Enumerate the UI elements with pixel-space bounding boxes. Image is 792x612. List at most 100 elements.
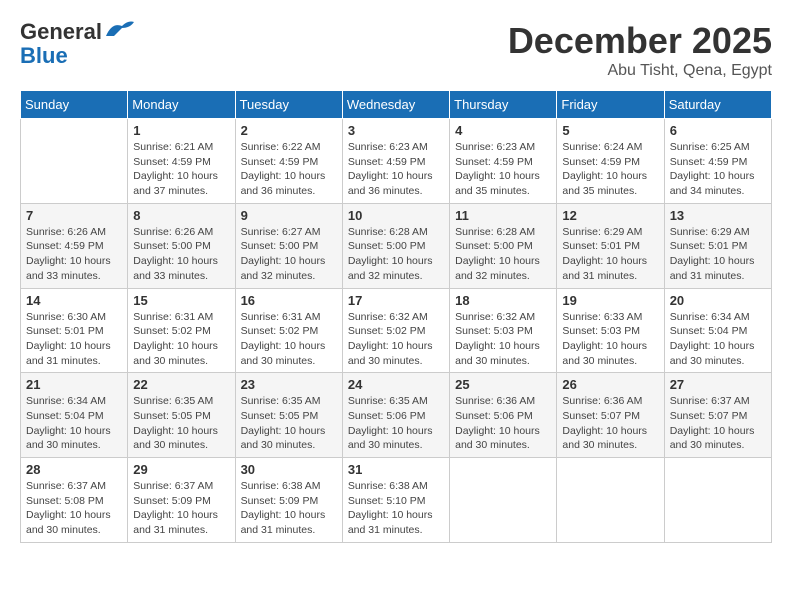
day-number: 17 xyxy=(348,293,444,308)
day-number: 8 xyxy=(133,208,229,223)
week-row-1: 1 Sunrise: 6:21 AM Sunset: 4:59 PM Daylig… xyxy=(21,119,772,204)
day-number: 4 xyxy=(455,123,551,138)
calendar-cell: 13 Sunrise: 6:29 AM Sunset: 5:01 PM Dayli… xyxy=(664,203,771,288)
logo-blue: Blue xyxy=(20,43,68,68)
day-info: Sunrise: 6:34 AM Sunset: 5:04 PM Dayligh… xyxy=(670,310,766,369)
calendar-cell: 28 Sunrise: 6:37 AM Sunset: 5:08 PM Dayli… xyxy=(21,458,128,543)
calendar-table: SundayMondayTuesdayWednesdayThursdayFrid… xyxy=(20,90,772,543)
day-number: 25 xyxy=(455,377,551,392)
calendar-cell: 20 Sunrise: 6:34 AM Sunset: 5:04 PM Dayli… xyxy=(664,288,771,373)
calendar-cell: 5 Sunrise: 6:24 AM Sunset: 4:59 PM Daylig… xyxy=(557,119,664,204)
page-header: General Blue December 2025 Abu Tisht, Qe… xyxy=(20,20,772,80)
day-info: Sunrise: 6:32 AM Sunset: 5:03 PM Dayligh… xyxy=(455,310,551,369)
calendar-cell: 4 Sunrise: 6:23 AM Sunset: 4:59 PM Daylig… xyxy=(450,119,557,204)
day-info: Sunrise: 6:35 AM Sunset: 5:05 PM Dayligh… xyxy=(241,394,337,453)
day-number: 14 xyxy=(26,293,122,308)
day-info: Sunrise: 6:26 AM Sunset: 4:59 PM Dayligh… xyxy=(26,225,122,284)
day-info: Sunrise: 6:35 AM Sunset: 5:05 PM Dayligh… xyxy=(133,394,229,453)
day-info: Sunrise: 6:31 AM Sunset: 5:02 PM Dayligh… xyxy=(133,310,229,369)
calendar-cell xyxy=(21,119,128,204)
calendar-cell: 29 Sunrise: 6:37 AM Sunset: 5:09 PM Dayli… xyxy=(128,458,235,543)
day-info: Sunrise: 6:30 AM Sunset: 5:01 PM Dayligh… xyxy=(26,310,122,369)
calendar-cell: 8Sunrise: 6:26 AM Sunset: 5:00 PM Daylig… xyxy=(128,203,235,288)
day-number: 1 xyxy=(133,123,229,138)
day-number: 19 xyxy=(562,293,658,308)
day-info: Sunrise: 6:24 AM Sunset: 4:59 PM Dayligh… xyxy=(562,140,658,199)
weekday-header-tuesday: Tuesday xyxy=(235,91,342,119)
day-info: Sunrise: 6:28 AM Sunset: 5:00 PM Dayligh… xyxy=(455,225,551,284)
day-info: Sunrise: 6:23 AM Sunset: 4:59 PM Dayligh… xyxy=(455,140,551,199)
day-number: 30 xyxy=(241,462,337,477)
calendar-cell: 17 Sunrise: 6:32 AM Sunset: 5:02 PM Dayli… xyxy=(342,288,449,373)
calendar-cell: 26 Sunrise: 6:36 AM Sunset: 5:07 PM Dayli… xyxy=(557,373,664,458)
calendar-cell: 11 Sunrise: 6:28 AM Sunset: 5:00 PM Dayli… xyxy=(450,203,557,288)
calendar-cell: 19 Sunrise: 6:33 AM Sunset: 5:03 PM Dayli… xyxy=(557,288,664,373)
day-number: 2 xyxy=(241,123,337,138)
calendar-cell: 10 Sunrise: 6:28 AM Sunset: 5:00 PM Dayli… xyxy=(342,203,449,288)
day-info: Sunrise: 6:38 AM Sunset: 5:10 PM Dayligh… xyxy=(348,479,444,538)
day-info: Sunrise: 6:34 AM Sunset: 5:04 PM Dayligh… xyxy=(26,394,122,453)
logo-bird-icon xyxy=(104,18,136,40)
day-info: Sunrise: 6:38 AM Sunset: 5:09 PM Dayligh… xyxy=(241,479,337,538)
day-info: Sunrise: 6:37 AM Sunset: 5:07 PM Dayligh… xyxy=(670,394,766,453)
day-number: 27 xyxy=(670,377,766,392)
day-info: Sunrise: 6:31 AM Sunset: 5:02 PM Dayligh… xyxy=(241,310,337,369)
day-info: Sunrise: 6:28 AM Sunset: 5:00 PM Dayligh… xyxy=(348,225,444,284)
day-number: 7 xyxy=(26,208,122,223)
calendar-cell xyxy=(664,458,771,543)
day-number: 20 xyxy=(670,293,766,308)
day-info: Sunrise: 6:35 AM Sunset: 5:06 PM Dayligh… xyxy=(348,394,444,453)
day-info: Sunrise: 6:25 AM Sunset: 4:59 PM Dayligh… xyxy=(670,140,766,199)
calendar-cell: 1 Sunrise: 6:21 AM Sunset: 4:59 PM Daylig… xyxy=(128,119,235,204)
calendar-cell xyxy=(557,458,664,543)
week-row-3: 14 Sunrise: 6:30 AM Sunset: 5:01 PM Dayli… xyxy=(21,288,772,373)
calendar-cell xyxy=(450,458,557,543)
logo-general: General xyxy=(20,19,102,44)
weekday-header-wednesday: Wednesday xyxy=(342,91,449,119)
calendar-cell: 14 Sunrise: 6:30 AM Sunset: 5:01 PM Dayli… xyxy=(21,288,128,373)
day-number: 26 xyxy=(562,377,658,392)
day-info: Sunrise: 6:23 AM Sunset: 4:59 PM Dayligh… xyxy=(348,140,444,199)
day-info: Sunrise: 6:36 AM Sunset: 5:07 PM Dayligh… xyxy=(562,394,658,453)
calendar-cell: 16 Sunrise: 6:31 AM Sunset: 5:02 PM Dayli… xyxy=(235,288,342,373)
day-number: 15 xyxy=(133,293,229,308)
day-number: 3 xyxy=(348,123,444,138)
day-number: 22 xyxy=(133,377,229,392)
day-info: Sunrise: 6:37 AM Sunset: 5:09 PM Dayligh… xyxy=(133,479,229,538)
calendar-cell: 24 Sunrise: 6:35 AM Sunset: 5:06 PM Dayli… xyxy=(342,373,449,458)
weekday-header-saturday: Saturday xyxy=(664,91,771,119)
day-number: 9 xyxy=(241,208,337,223)
day-number: 28 xyxy=(26,462,122,477)
weekday-header-sunday: Sunday xyxy=(21,91,128,119)
day-info: Sunrise: 6:37 AM Sunset: 5:08 PM Dayligh… xyxy=(26,479,122,538)
day-number: 11 xyxy=(455,208,551,223)
day-info: Sunrise: 6:36 AM Sunset: 5:06 PM Dayligh… xyxy=(455,394,551,453)
day-number: 10 xyxy=(348,208,444,223)
location-subtitle: Abu Tisht, Qena, Egypt xyxy=(508,62,772,80)
day-info: Sunrise: 6:32 AM Sunset: 5:02 PM Dayligh… xyxy=(348,310,444,369)
week-row-4: 21 Sunrise: 6:34 AM Sunset: 5:04 PM Dayli… xyxy=(21,373,772,458)
week-row-2: 7 Sunrise: 6:26 AM Sunset: 4:59 PM Daylig… xyxy=(21,203,772,288)
weekday-header-thursday: Thursday xyxy=(450,91,557,119)
day-number: 29 xyxy=(133,462,229,477)
day-number: 5 xyxy=(562,123,658,138)
day-info: Sunrise: 6:33 AM Sunset: 5:03 PM Dayligh… xyxy=(562,310,658,369)
day-number: 18 xyxy=(455,293,551,308)
day-number: 21 xyxy=(26,377,122,392)
calendar-cell: 30 Sunrise: 6:38 AM Sunset: 5:09 PM Dayli… xyxy=(235,458,342,543)
day-number: 6 xyxy=(670,123,766,138)
calendar-cell: 18 Sunrise: 6:32 AM Sunset: 5:03 PM Dayli… xyxy=(450,288,557,373)
calendar-cell: 22 Sunrise: 6:35 AM Sunset: 5:05 PM Dayli… xyxy=(128,373,235,458)
day-number: 13 xyxy=(670,208,766,223)
title-section: December 2025 Abu Tisht, Qena, Egypt xyxy=(508,20,772,80)
calendar-cell: 21 Sunrise: 6:34 AM Sunset: 5:04 PM Dayli… xyxy=(21,373,128,458)
day-info: Sunrise: 6:27 AM Sunset: 5:00 PM Dayligh… xyxy=(241,225,337,284)
day-info: Sunrise: 6:21 AM Sunset: 4:59 PM Dayligh… xyxy=(133,140,229,199)
calendar-cell: 25 Sunrise: 6:36 AM Sunset: 5:06 PM Dayli… xyxy=(450,373,557,458)
day-number: 16 xyxy=(241,293,337,308)
day-number: 24 xyxy=(348,377,444,392)
calendar-cell: 27 Sunrise: 6:37 AM Sunset: 5:07 PM Dayli… xyxy=(664,373,771,458)
calendar-cell: 7 Sunrise: 6:26 AM Sunset: 4:59 PM Daylig… xyxy=(21,203,128,288)
day-number: 12 xyxy=(562,208,658,223)
day-info: Sunrise: 6:29 AM Sunset: 5:01 PM Dayligh… xyxy=(670,225,766,284)
